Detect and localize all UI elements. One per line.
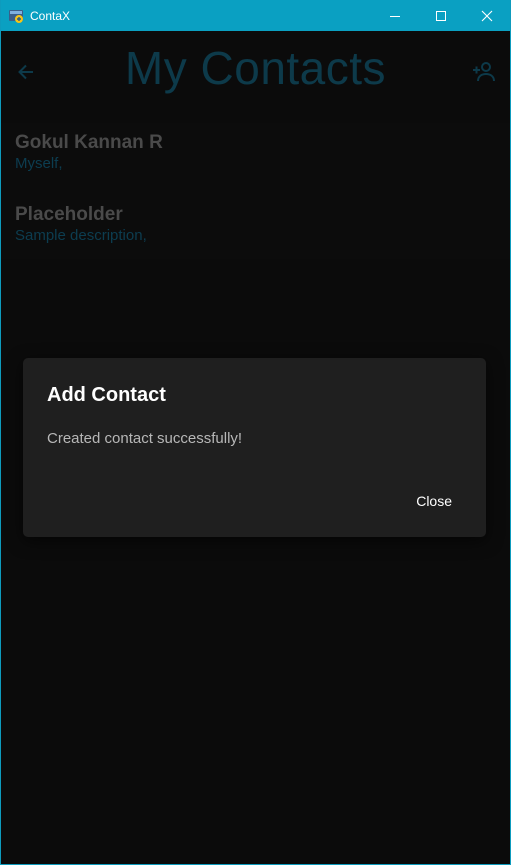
app-bar: My Contacts [1,31,510,109]
close-button[interactable]: Close [406,489,462,513]
minimize-icon[interactable] [372,0,418,31]
page-title: My Contacts [124,42,387,94]
close-icon[interactable] [464,0,510,31]
contact-description: Sample description, [15,227,147,244]
dialog-title: Add Contact [47,384,166,406]
window-title: ContaX [30,8,71,23]
dialog-message: Created contact successfully! [47,430,243,447]
maximize-icon[interactable] [418,0,464,31]
contact-name: Placeholder [15,204,123,225]
title-bar[interactable]: ContaX [1,0,510,31]
contact-list: Gokul Kannan R Myself, Placeholder Sampl… [1,123,510,259]
app-window: ContaX My Contacts Gokul Kannan R Myself… [0,0,511,865]
contact-description: Myself, [15,155,63,172]
person-add-icon[interactable] [470,58,498,86]
add-contact-dialog: Add Contact Created contact successfully… [23,358,486,537]
list-item[interactable]: Gokul Kannan R Myself, [1,123,510,195]
contact-name: Gokul Kannan R [15,132,163,153]
python-app-icon [8,8,24,24]
list-item[interactable]: Placeholder Sample description, [1,195,510,259]
